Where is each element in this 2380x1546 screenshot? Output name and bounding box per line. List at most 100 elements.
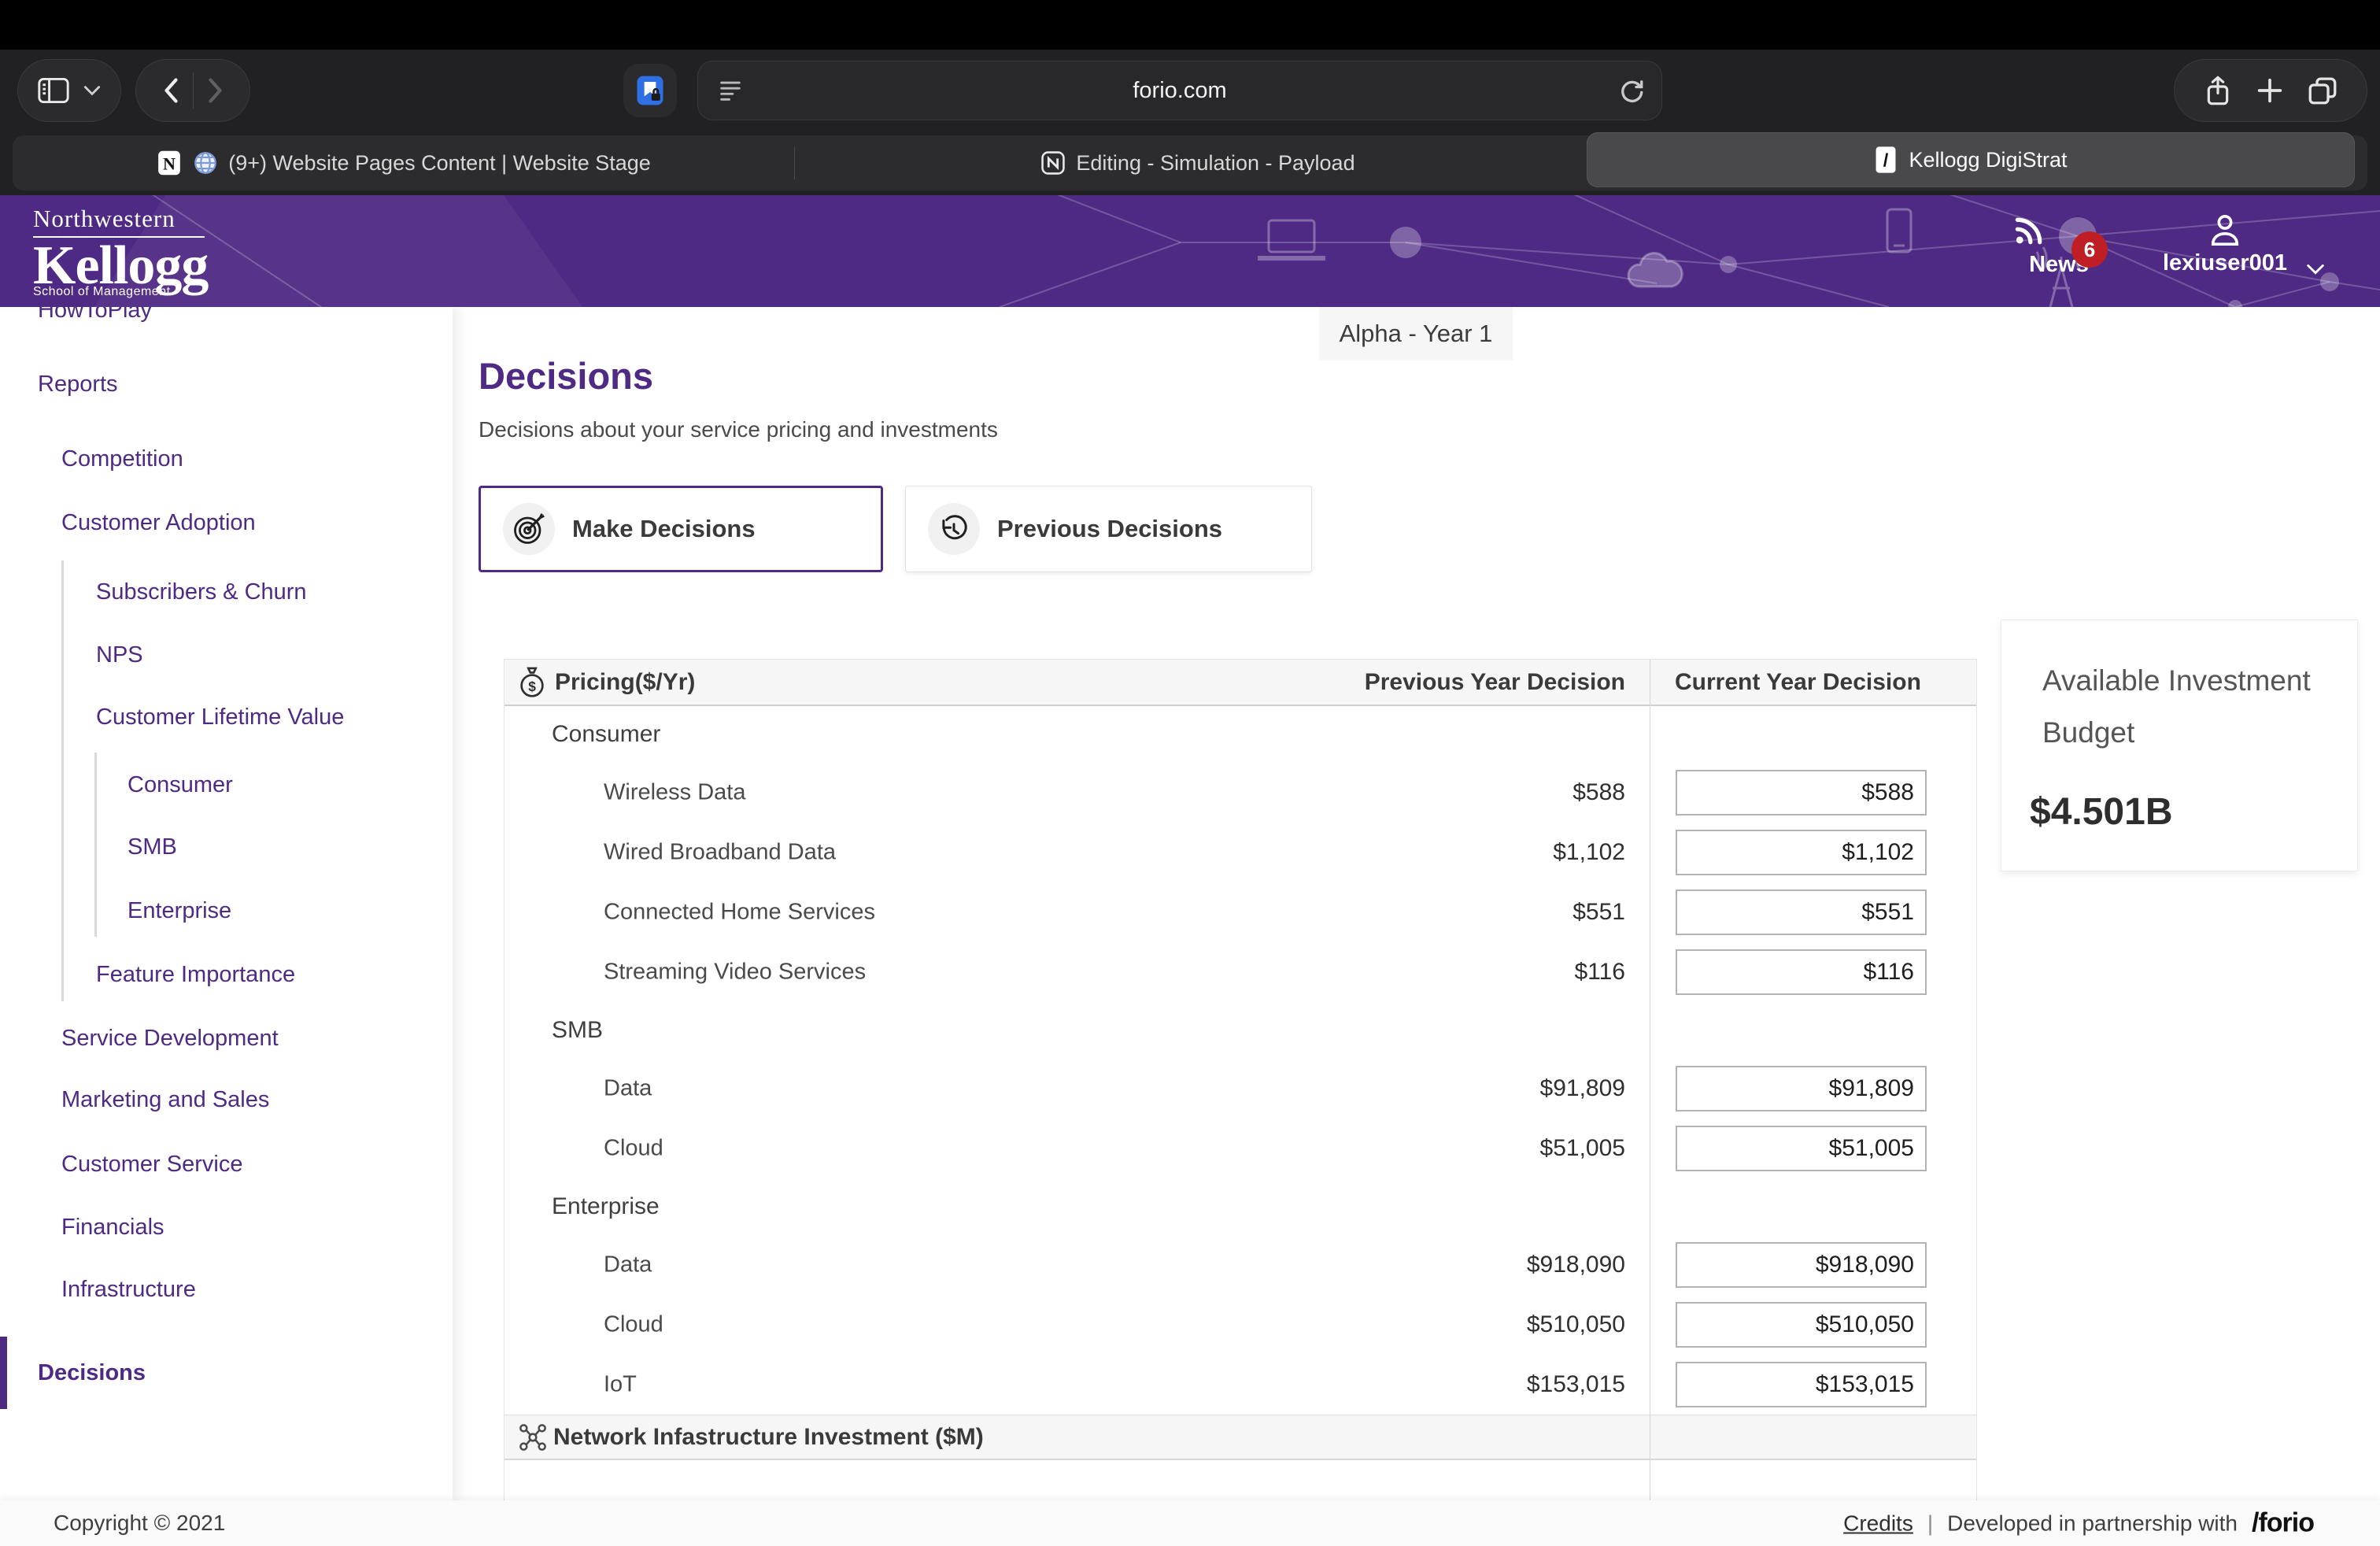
news-button[interactable]: 6 News xyxy=(2012,214,2106,278)
column-current-year: Current Year Decision xyxy=(1675,669,1921,696)
sidebar-item-enterprise[interactable]: Enterprise xyxy=(128,887,231,934)
toolbar-actions xyxy=(2174,59,2367,122)
tab-overview-icon[interactable] xyxy=(2306,74,2339,107)
sidebar-item-customer-service[interactable]: Customer Service xyxy=(61,1141,242,1188)
page-footer: Copyright © 2021 Credits | Developed in … xyxy=(0,1500,2380,1546)
table-row: Streaming Video Services$116 xyxy=(504,942,1976,1002)
sidebar-toggle-button[interactable] xyxy=(17,59,121,122)
sidebar-item-competition[interactable]: Competition xyxy=(61,435,183,483)
sidebar-item-financials[interactable]: Financials xyxy=(61,1204,164,1251)
tab-payload[interactable]: Editing - Simulation - Payload xyxy=(795,135,1600,190)
make-decisions-tab[interactable]: Make Decisions xyxy=(479,486,883,572)
site-header: Northwestern Kellogg School of Managemen… xyxy=(0,195,2380,307)
credits-link[interactable]: Credits xyxy=(1843,1511,1913,1536)
extension-button[interactable] xyxy=(623,64,677,117)
previous-year-value: $51,005 xyxy=(1540,1135,1625,1162)
current-year-input[interactable] xyxy=(1676,949,1927,995)
sidebar-item-consumer[interactable]: Consumer xyxy=(128,761,233,808)
news-badge: 6 xyxy=(2071,231,2108,268)
payload-icon xyxy=(1040,150,1066,176)
svg-text:/: / xyxy=(1883,150,1889,170)
previous-decisions-tab[interactable]: Previous Decisions xyxy=(905,486,1312,572)
tab-label: Editing - Simulation - Payload xyxy=(1076,151,1354,176)
forward-button[interactable] xyxy=(200,75,228,106)
sidebar-item-customer-lifetime-value[interactable]: Customer Lifetime Value xyxy=(96,693,344,741)
previous-year-value: $551 xyxy=(1572,899,1625,926)
table-row: Data$91,809 xyxy=(504,1059,1976,1119)
url-text[interactable]: forio.com xyxy=(698,78,1661,104)
window-top-bar xyxy=(0,0,2380,50)
table-row: Wireless Data$588 xyxy=(504,763,1976,823)
copyright-text: Copyright © 2021 xyxy=(54,1511,225,1536)
sidebar-item-infrastructure[interactable]: Infrastructure xyxy=(61,1266,196,1313)
sidebar-item-customer-adoption[interactable]: Customer Adoption xyxy=(61,499,256,546)
globe-icon xyxy=(192,150,219,176)
target-icon xyxy=(503,503,555,555)
pricing-table-header: $ Pricing($/Yr) Previous Year Decision C… xyxy=(504,660,1976,706)
svg-text:N: N xyxy=(163,153,176,173)
previous-year-value: $1,102 xyxy=(1553,839,1625,866)
table-row: Wired Broadband Data $1,102 xyxy=(504,823,1976,882)
category-row-smb: SMB xyxy=(504,1002,1976,1059)
current-year-input[interactable] xyxy=(1676,1242,1927,1288)
category-label: Consumer xyxy=(552,721,660,748)
previous-decisions-label: Previous Decisions xyxy=(997,515,1222,543)
current-year-input[interactable] xyxy=(1676,770,1927,816)
tab-website-pages[interactable]: N (9+) Website Pages Content | Website S… xyxy=(13,135,794,190)
row-label: IoT xyxy=(604,1372,637,1398)
current-year-input[interactable] xyxy=(1676,890,1927,935)
network-section-header: Network Infastructure Investment ($M) xyxy=(504,1415,1976,1460)
back-button[interactable] xyxy=(158,75,187,106)
sidebar-item-marketing-and-sales[interactable]: Marketing and Sales xyxy=(61,1076,269,1123)
row-label: Wired Broadband Data xyxy=(604,840,836,866)
sidebar-group-line xyxy=(61,560,64,1001)
address-bar[interactable]: forio.com xyxy=(697,61,1662,120)
chevron-down-icon xyxy=(2304,261,2326,277)
current-year-input[interactable] xyxy=(1676,830,1927,875)
table-row: Cloud$51,005 xyxy=(504,1119,1976,1178)
reload-icon[interactable] xyxy=(1617,76,1646,105)
user-label: lexiuser001 xyxy=(2150,250,2300,276)
kellogg-logo[interactable]: Northwestern Kellogg School of Managemen… xyxy=(33,205,208,299)
forio-tab-icon: / xyxy=(1874,146,1898,174)
footer-separator: | xyxy=(1927,1511,1933,1536)
sidebar-item-service-development[interactable]: Service Development xyxy=(61,1015,279,1062)
sidebar-item-subscribers-churn[interactable]: Subscribers & Churn xyxy=(96,568,307,616)
pricing-table-title: Pricing($/Yr) xyxy=(555,669,695,696)
table-row: IoT $153,015 xyxy=(504,1355,1976,1415)
user-menu[interactable]: lexiuser001 xyxy=(2150,213,2300,276)
row-label: Cloud xyxy=(604,1312,663,1338)
chevron-down-icon xyxy=(82,83,102,98)
sidebar-toggle-icon xyxy=(36,75,71,106)
current-year-input[interactable] xyxy=(1676,1302,1927,1348)
tab-kellogg-digistrat[interactable]: / Kellogg DigiStrat xyxy=(1587,132,2355,187)
share-icon[interactable] xyxy=(2202,73,2234,108)
svg-text:$: $ xyxy=(528,679,536,694)
current-year-input[interactable] xyxy=(1676,1066,1927,1111)
budget-card-value: $4.501B xyxy=(2030,790,2172,834)
table-row: Cloud$510,050 xyxy=(504,1295,1976,1355)
sidebar-item-decisions[interactable]: Decisions xyxy=(38,1349,146,1396)
make-decisions-label: Make Decisions xyxy=(572,515,756,543)
partnership-text: Developed in partnership with xyxy=(1947,1511,2238,1536)
current-year-input[interactable] xyxy=(1676,1362,1927,1407)
sidebar-item-smb[interactable]: SMB xyxy=(128,823,177,871)
sidebar-item-feature-importance[interactable]: Feature Importance xyxy=(96,951,295,998)
row-label: Data xyxy=(604,1252,652,1278)
previous-year-value: $91,809 xyxy=(1540,1075,1625,1102)
previous-year-value: $918,090 xyxy=(1527,1252,1625,1278)
tab-bar: N (9+) Website Pages Content | Website S… xyxy=(0,132,2380,195)
sidebar-item-reports[interactable]: Reports xyxy=(38,361,118,408)
sidebar-item-nps[interactable]: NPS xyxy=(96,631,143,679)
reader-mode-icon[interactable] xyxy=(717,77,744,104)
category-row-enterprise: Enterprise xyxy=(504,1178,1976,1235)
footer-credits: Credits | Developed in partnership with … xyxy=(1843,1508,2314,1539)
category-row-consumer: Consumer xyxy=(504,706,1976,763)
row-label: Streaming Video Services xyxy=(604,960,866,986)
pricing-table-body: ConsumerWireless Data$588Wired Broadband… xyxy=(504,706,1976,1415)
current-year-input[interactable] xyxy=(1676,1126,1927,1171)
sidebar-item-howtoplay[interactable]: HowToPlay xyxy=(38,307,152,334)
browser-toolbar: forio.com xyxy=(0,50,2380,132)
previous-year-value: $153,015 xyxy=(1527,1371,1625,1398)
new-tab-icon[interactable] xyxy=(2254,75,2286,106)
